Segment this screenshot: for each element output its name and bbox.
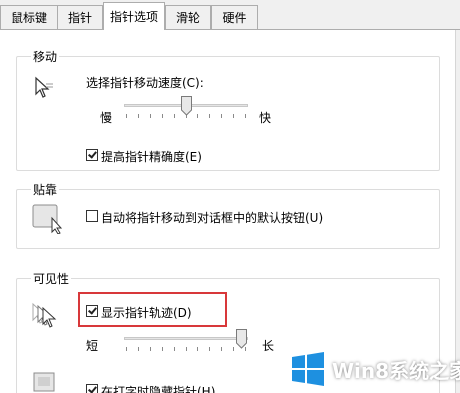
slider-tick (221, 114, 222, 118)
check-icon (88, 149, 97, 159)
slider-tick (138, 114, 139, 118)
slider-tick (197, 347, 198, 351)
slider-tick (126, 114, 127, 118)
speed-slider-thumb[interactable] (180, 96, 192, 116)
slider-tick (197, 114, 198, 118)
slider-tick (233, 114, 234, 118)
trail-length-slider-track[interactable] (124, 337, 248, 340)
long-label: 长 (262, 339, 275, 353)
tab-pointers[interactable]: 指针 (57, 5, 103, 29)
tab-label: 指针 (67, 11, 92, 25)
tab-hardware[interactable]: 硬件 (211, 5, 258, 29)
tab-label: 硬件 (222, 11, 247, 25)
slider-tick (209, 347, 210, 351)
hide-pointer-icon (33, 372, 55, 392)
tab-wheel[interactable]: 滑轮 (165, 5, 211, 29)
slider-tick (245, 114, 246, 118)
highlight-box (78, 292, 227, 327)
slider-tick (150, 114, 151, 118)
tab-buttons[interactable]: 鼠标键 (0, 5, 58, 29)
slider-tick (162, 114, 163, 118)
slow-label: 慢 (100, 111, 113, 125)
slider-tick (233, 347, 234, 351)
precision-checkbox[interactable] (86, 149, 98, 161)
tab-strip: 鼠标键 指针 指针选项 滑轮 硬件 (0, 0, 460, 30)
hide-while-typing-checkbox[interactable] (86, 384, 98, 393)
watermark: Win8系统之家 (286, 349, 460, 389)
tab-label: 指针选项 (109, 10, 158, 24)
tab-pointer-options[interactable]: 指针选项 (103, 2, 165, 30)
motion-group-label: 移动 (31, 48, 60, 65)
slider-tick (138, 347, 139, 351)
trail-length-slider-ticks (126, 347, 246, 353)
tab-label: 鼠标键 (10, 11, 47, 25)
snap-checkbox[interactable] (86, 210, 98, 222)
snap-group-label: 贴靠 (31, 181, 60, 198)
trail-length-slider-thumb[interactable] (236, 329, 247, 349)
visibility-group-label: 可见性 (31, 270, 72, 287)
windows-logo-icon (292, 352, 324, 386)
watermark-text: Win8系统之家 (332, 359, 460, 383)
short-label: 短 (86, 339, 99, 353)
slider-tick (186, 347, 187, 351)
slider-tick (162, 347, 163, 351)
slider-tick (126, 347, 127, 351)
pointer-speed-icon (35, 76, 53, 98)
snap-label: 自动将指针移动到对话框中的默认按钮(U) (101, 211, 324, 225)
slider-tick (221, 347, 222, 351)
slider-tick (209, 114, 210, 118)
tab-label: 滑轮 (175, 11, 200, 25)
precision-label: 提高指针精确度(E) (101, 150, 202, 164)
slider-tick (174, 347, 175, 351)
hide-while-typing-label: 在打字时隐藏指针(H) (101, 385, 216, 393)
slider-tick (150, 347, 151, 351)
pointer-trails-icon (32, 302, 57, 328)
speed-label: 选择指针移动速度(C): (86, 76, 204, 90)
snap-to-button-icon (32, 204, 63, 234)
fast-label: 快 (259, 111, 272, 125)
slider-tick (174, 114, 175, 118)
check-icon (88, 384, 97, 393)
